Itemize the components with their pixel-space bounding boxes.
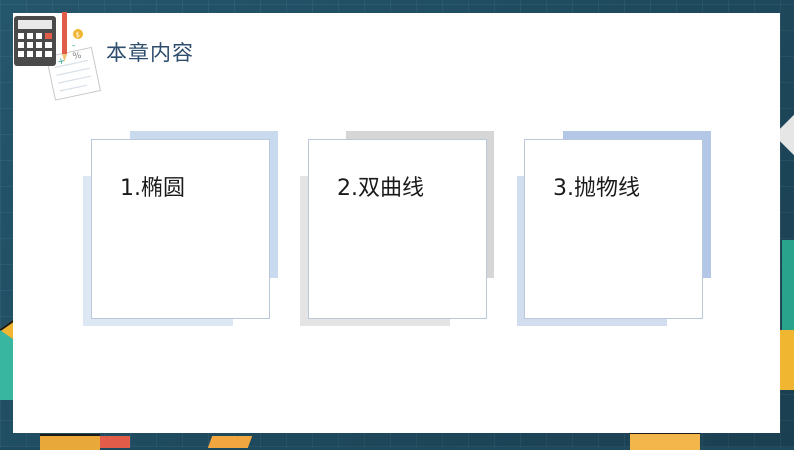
card-label: 3.抛物线 <box>553 176 640 201</box>
page-title: 本章内容 <box>106 41 194 65</box>
bottom-decoration-red <box>100 436 130 448</box>
card-box: 1.椭圆 <box>91 139 270 319</box>
calculator-notepad-icon: + % $ - <box>14 12 102 101</box>
svg-text:-: - <box>72 41 75 51</box>
svg-text:$: $ <box>76 31 80 39</box>
bottom-decoration-right <box>630 432 700 450</box>
bottom-decoration-left <box>40 434 100 450</box>
card-box: 2.双曲线 <box>308 139 487 319</box>
card-label: 1.椭圆 <box>120 176 185 201</box>
card-label: 2.双曲线 <box>337 176 424 201</box>
bottom-decoration-mid <box>207 436 253 448</box>
right-decoration-orange <box>780 330 794 390</box>
card-box: 3.抛物线 <box>524 139 703 319</box>
